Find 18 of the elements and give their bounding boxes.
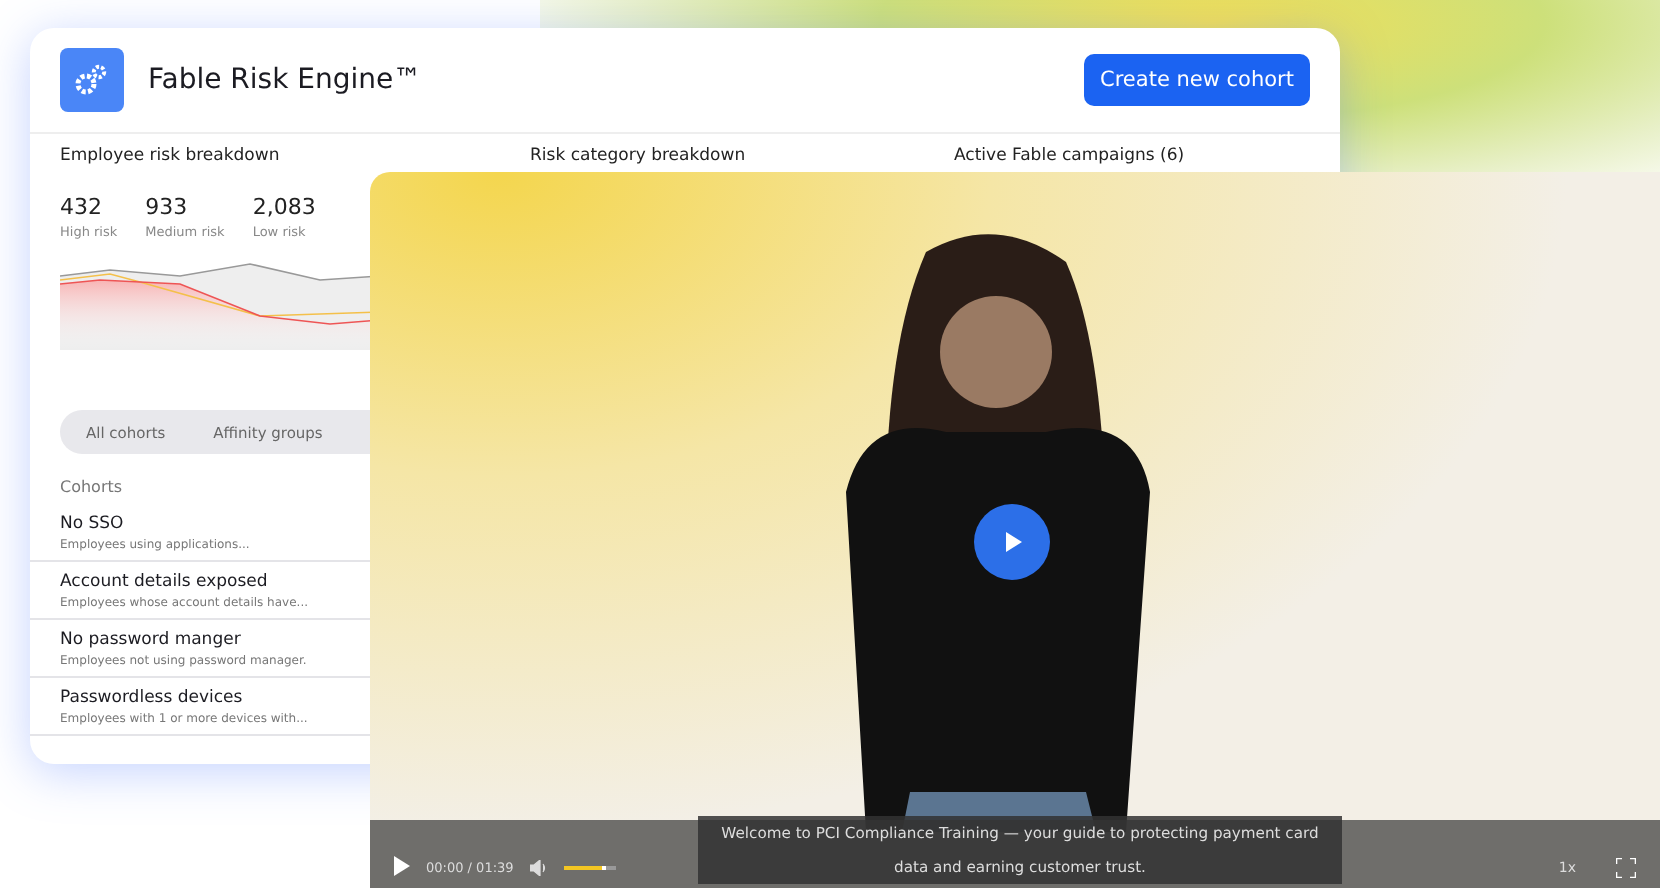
cohort-name: No SSO [60,514,126,534]
play-icon[interactable] [394,856,410,876]
section-title: Risk category breakdown [530,146,748,170]
app-title: Fable Risk Engine™ [148,64,424,96]
cohort-name: Account details exposed [60,572,270,592]
fullscreen-icon[interactable] [1616,858,1636,878]
play-icon [1000,530,1024,554]
stat-value: 2,083 [252,194,316,220]
volume-icon[interactable] [529,860,548,876]
gears-icon [60,48,124,112]
cohort-name: No password manger [60,630,243,650]
cohorts-heading: Cohorts [60,478,125,496]
section-title: Active Fable campaigns (6) [954,146,1187,170]
create-cohort-button[interactable]: Create new cohort [1084,54,1310,106]
cohort-name: Passwordless devices [60,688,245,708]
stat-value: 933 [145,194,190,220]
section-title: Employee risk breakdown [60,146,282,166]
stat-value: 432 [60,194,104,220]
